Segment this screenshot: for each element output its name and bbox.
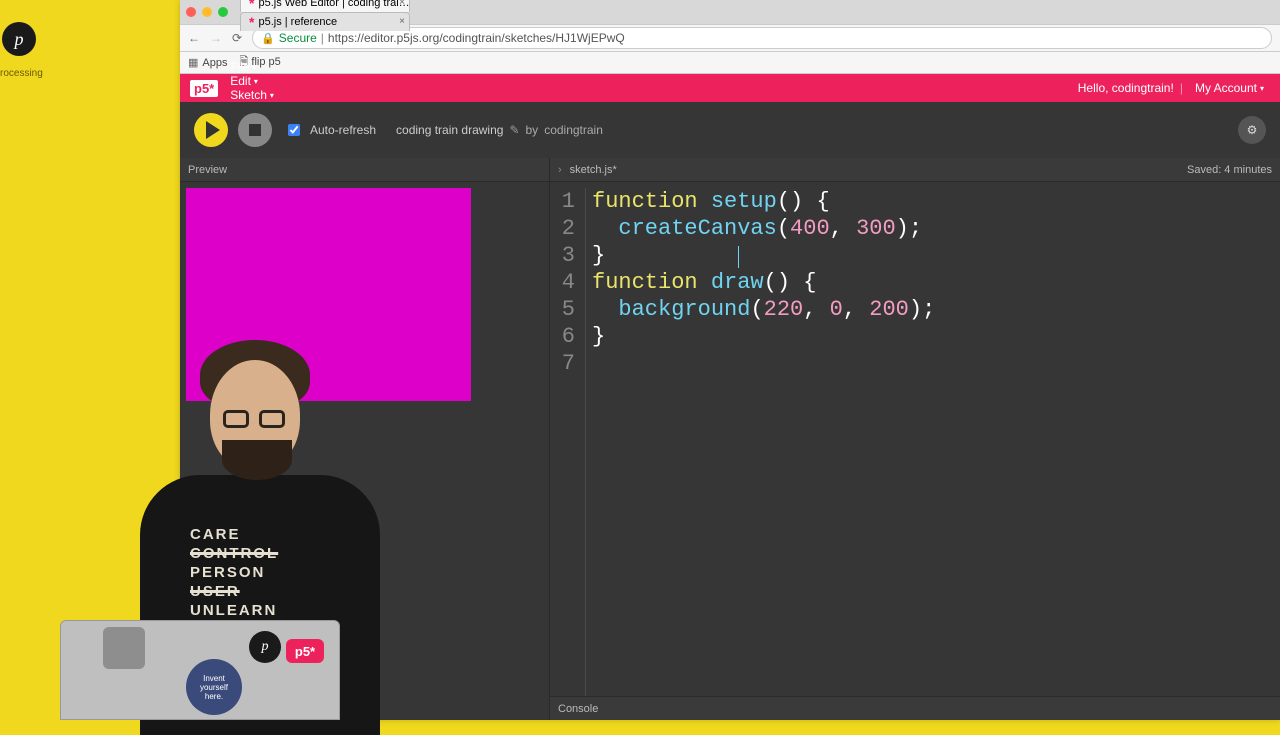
file-tab[interactable]: sketch.js* [570, 164, 617, 176]
browser-window: *p5.js Web Editor | coding trai…×*p5.js … [180, 0, 1280, 720]
menu-sketch[interactable]: Sketch▾ [224, 88, 335, 102]
preview-header: Preview [180, 158, 549, 182]
sketch-name[interactable]: coding train drawing [396, 123, 503, 137]
menu-edit[interactable]: Edit▾ [224, 74, 335, 88]
lock-icon: 🔒 [261, 32, 275, 45]
sketch-canvas[interactable] [186, 188, 471, 401]
settings-button[interactable]: ⚙ [1238, 116, 1266, 144]
author-name[interactable]: codingtrain [544, 123, 603, 137]
preview-panel: Preview [180, 158, 550, 720]
close-tab-icon[interactable]: × [399, 0, 405, 8]
stop-button[interactable] [238, 113, 272, 147]
p5-logo[interactable]: p5* [190, 80, 218, 97]
favicon-icon: * [249, 17, 254, 27]
app-header: p5* File▾Edit▾Sketch▾Help & Feedback▾ He… [180, 74, 1280, 102]
minimize-window-icon[interactable] [202, 7, 212, 17]
console-header[interactable]: Console [550, 696, 1280, 720]
menu-file[interactable]: File▾ [224, 60, 335, 74]
sidebar-toggle[interactable]: › [558, 164, 562, 176]
auto-refresh-label: Auto-refresh [310, 123, 376, 137]
reload-button[interactable]: ⟳ [232, 31, 242, 45]
close-tab-icon[interactable]: × [399, 16, 405, 27]
forward-button[interactable]: → [210, 31, 222, 45]
url-text: https://editor.p5js.org/codingtrain/sket… [328, 31, 625, 45]
line-gutter: 1234567 [550, 188, 586, 696]
code-editor[interactable]: 1234567 function setup() { createCanvas(… [550, 182, 1280, 696]
processing-logo-icon: p [2, 22, 36, 56]
apps-button[interactable]: Apps [188, 56, 227, 69]
gear-icon: ⚙ [1247, 123, 1258, 137]
browser-tab-bar: *p5.js Web Editor | coding trai…×*p5.js … [180, 0, 1280, 24]
main-area: Preview › sketch.js* Saved: 4 minutes 12… [180, 158, 1280, 720]
play-button[interactable] [194, 113, 228, 147]
zoom-window-icon[interactable] [218, 7, 228, 17]
browser-tab[interactable]: *p5.js | reference× [240, 12, 410, 31]
back-button[interactable]: ← [188, 31, 200, 45]
author-prefix: by [526, 123, 539, 137]
processing-label: rocessing [0, 68, 43, 79]
window-traffic-lights[interactable] [186, 7, 228, 17]
bookmark-bar: Apps 🗎 flip p5 [180, 52, 1280, 74]
code-content[interactable]: function setup() { createCanvas(400, 300… [586, 188, 935, 696]
close-window-icon[interactable] [186, 7, 196, 17]
my-account-menu[interactable]: My Account▾ [1189, 81, 1270, 95]
greeting-text: Hello, codingtrain! [1078, 81, 1174, 95]
favicon-icon: * [249, 0, 254, 8]
saved-status: Saved: 4 minutes [1187, 164, 1272, 176]
toolbar: Auto-refresh coding train drawing ✎ by c… [180, 102, 1280, 158]
secure-label: Secure [279, 31, 317, 45]
code-panel: › sketch.js* Saved: 4 minutes 1234567 fu… [550, 158, 1280, 720]
pencil-icon[interactable]: ✎ [509, 123, 519, 137]
browser-tab[interactable]: *p5.js Web Editor | coding trai…× [240, 0, 410, 12]
auto-refresh-checkbox[interactable] [288, 124, 300, 136]
